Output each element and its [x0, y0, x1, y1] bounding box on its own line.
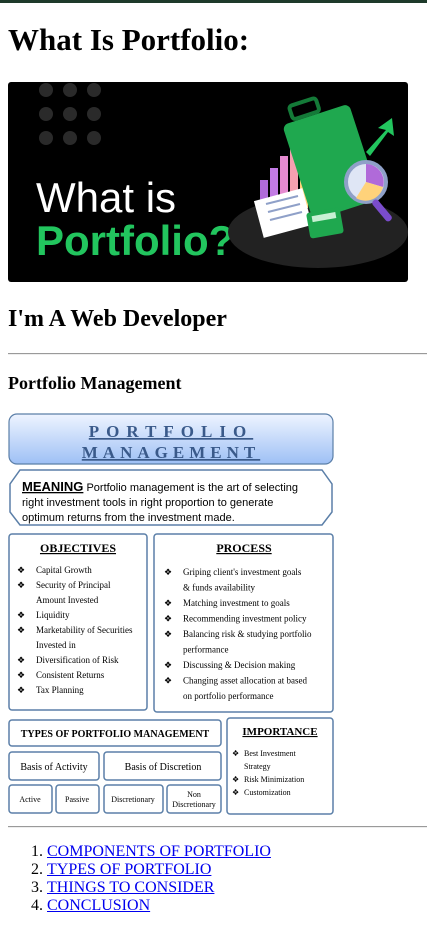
bullet-icon: ❖ [164, 614, 172, 624]
hero-image: What is Portfolio? [8, 82, 408, 282]
hero-line1: What is [36, 174, 176, 221]
bullet-icon: ❖ [232, 788, 239, 797]
type-non2: Discretionary [172, 800, 216, 809]
objectives-item: Diversification of Risk [36, 655, 119, 665]
bullet-icon: ❖ [17, 670, 25, 680]
objectives-item: Tax Planning [36, 685, 84, 695]
bullet-icon: ❖ [17, 655, 25, 665]
portfolio-management-infographic: PORTFOLIO MANAGEMENT MEANING Portfolio m… [8, 412, 338, 817]
process-item: Griping client's investment goals [183, 567, 302, 577]
process-item: Matching investment to goals [183, 598, 290, 608]
objectives-item: Security of Principal [36, 580, 111, 590]
top-border [0, 0, 427, 3]
bullet-icon: ❖ [164, 567, 172, 577]
topic-link[interactable]: CONCLUSION [47, 897, 150, 914]
topic-list-item: THINGS TO CONSIDER [47, 879, 271, 897]
importance-item: Best Investment [244, 749, 297, 758]
title-line2: MANAGEMENT [82, 443, 260, 462]
meaning-line3: optimum returns from the investment made… [22, 512, 235, 524]
meaning-line1: Portfolio management is the art of selec… [83, 482, 298, 494]
importance-item: Strategy [244, 762, 271, 771]
topic-link[interactable]: THINGS TO CONSIDER [47, 879, 214, 896]
objectives-box [8, 533, 148, 711]
bullet-icon: ❖ [164, 676, 172, 686]
bullet-icon: ❖ [17, 565, 25, 575]
bullet-icon: ❖ [17, 625, 25, 635]
topic-list-item: CONCLUSION [47, 897, 271, 915]
type-passive: Passive [65, 795, 89, 804]
objectives-item: Liquidity [36, 610, 70, 620]
type-non1: Non [187, 790, 201, 799]
objectives-item: Invested in [36, 640, 76, 650]
process-item: Changing asset allocation at based [183, 676, 307, 686]
bullet-icon: ❖ [17, 610, 25, 620]
objectives-item: Capital Growth [36, 565, 92, 575]
process-item: Balancing risk & studying portfolio [183, 629, 312, 639]
topic-link[interactable]: COMPONENTS OF PORTFOLIO [47, 843, 271, 860]
types-title: TYPES OF PORTFOLIO MANAGEMENT [21, 729, 210, 740]
objectives-title: OBJECTIVES [40, 541, 116, 555]
process-item: on portfolio performance [183, 691, 273, 701]
basis-activity: Basis of Activity [20, 762, 87, 773]
topic-list-item: COMPONENTS OF PORTFOLIO [47, 843, 271, 861]
page-title: What Is Portfolio: [8, 22, 250, 57]
bullet-icon: ❖ [164, 598, 172, 608]
divider [8, 353, 427, 355]
arrow-up-icon [366, 118, 394, 156]
type-discretionary: Discretionary [111, 795, 155, 804]
topic-links-list: COMPONENTS OF PORTFOLIOTYPES OF PORTFOLI… [8, 843, 271, 915]
process-item: Discussing & Decision making [183, 660, 296, 670]
importance-title: IMPORTANCE [242, 726, 317, 738]
process-title: PROCESS [216, 541, 272, 555]
importance-item: Risk Minimization [244, 775, 304, 784]
type-active: Active [19, 795, 41, 804]
topic-link[interactable]: TYPES OF PORTFOLIO [47, 861, 211, 878]
objectives-item: Consistent Returns [36, 670, 105, 680]
importance-item: Customization [244, 788, 291, 797]
hero-line2: Portfolio? [36, 217, 234, 264]
bullet-icon: ❖ [232, 749, 239, 758]
process-item: Recommending investment policy [183, 614, 307, 624]
process-item: & funds availability [183, 583, 255, 593]
bullet-icon: ❖ [17, 685, 25, 695]
subheading: I'm A Web Developer [8, 306, 227, 332]
divider [8, 826, 427, 828]
bullet-icon: ❖ [17, 580, 25, 590]
process-item: performance [183, 645, 228, 655]
objectives-item: Amount Invested [36, 595, 99, 605]
objectives-item: Marketability of Securities [36, 625, 133, 635]
topic-list-item: TYPES OF PORTFOLIO [47, 861, 271, 879]
meaning-label: MEANING [22, 479, 83, 494]
section-title: Portfolio Management [8, 373, 182, 393]
title-line1: PORTFOLIO [89, 422, 253, 441]
basis-discretion: Basis of Discretion [125, 762, 202, 773]
bullet-icon: ❖ [164, 660, 172, 670]
dots-pattern [39, 83, 101, 145]
bullet-icon: ❖ [232, 775, 239, 784]
bullet-icon: ❖ [164, 629, 172, 639]
meaning-line2: right investment tools in right proporti… [22, 497, 273, 509]
svg-text:MEANING Portfolio management i: MEANING Portfolio management is the art … [22, 479, 298, 494]
